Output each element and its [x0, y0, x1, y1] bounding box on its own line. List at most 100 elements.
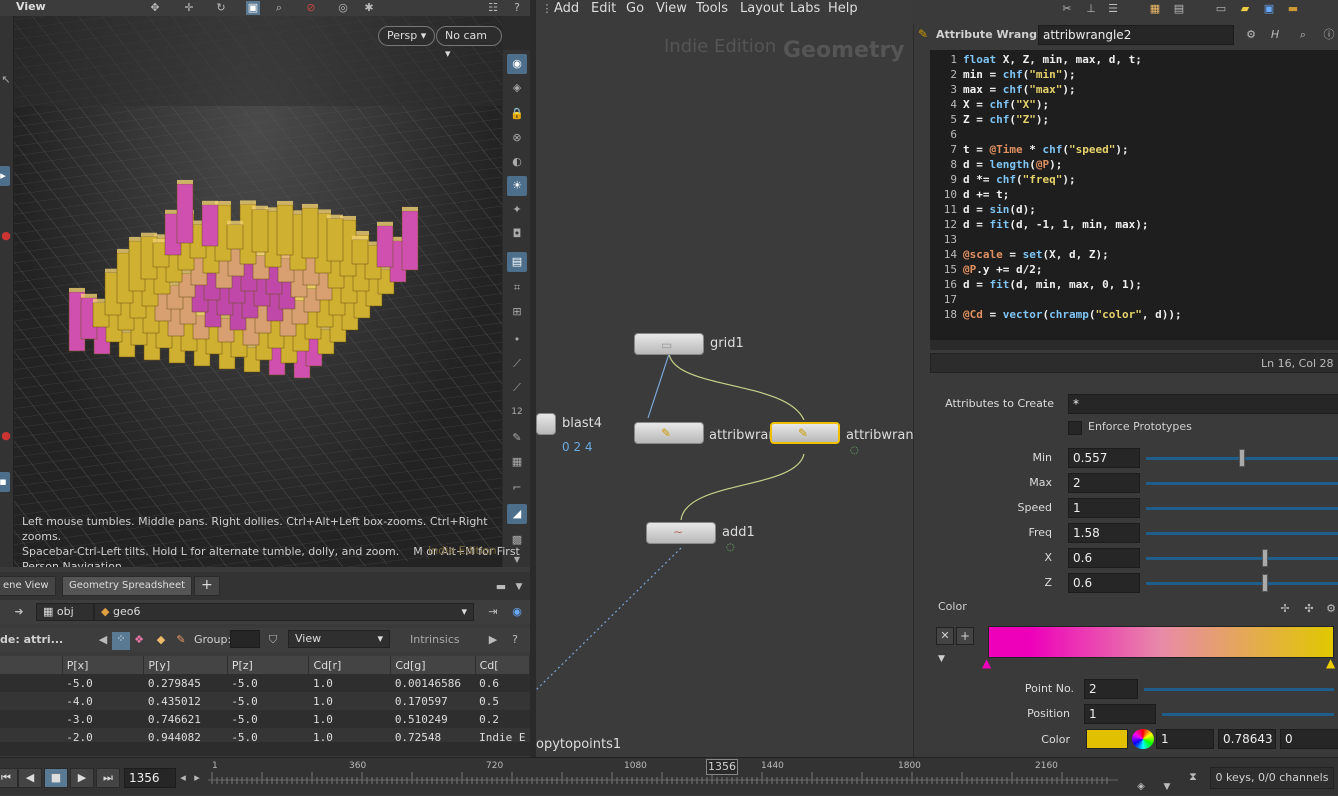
color-b-field[interactable]: 0 — [1280, 729, 1338, 749]
snapshot-icon[interactable]: ◎ — [336, 1, 350, 15]
list-icon[interactable]: ☰ — [1106, 2, 1120, 16]
add-tab-button[interactable]: + — [194, 576, 220, 596]
position-slider[interactable] — [1162, 713, 1334, 716]
node-attribwrangle1[interactable]: ✎ — [634, 422, 704, 444]
light-icon[interactable]: ✦ — [507, 200, 527, 220]
node-blast4[interactable] — [536, 413, 556, 435]
current-frame-marker[interactable]: 1356 — [706, 759, 738, 775]
color-swatch[interactable] — [1086, 729, 1128, 749]
point-numbers-icon[interactable]: 12 — [507, 402, 527, 422]
info-icon[interactable]: ⓘ — [1322, 28, 1336, 42]
column-header[interactable]: Cd[r] — [308, 656, 392, 674]
node-attribwrangle2[interactable]: ✎ — [770, 422, 840, 444]
color-grid-icon[interactable]: ▦ — [1148, 2, 1162, 16]
step-back-icon[interactable]: ◂ — [176, 771, 190, 785]
menu-layout[interactable]: Layout — [740, 1, 784, 16]
menu-labs[interactable]: Labs — [790, 1, 820, 16]
column-header[interactable] — [0, 656, 63, 674]
code-scrollbar[interactable] — [930, 340, 1338, 350]
normal-display-icon[interactable]: ⟋ — [507, 354, 527, 374]
ghost-icon[interactable]: ◈ — [507, 78, 527, 98]
slider-track[interactable] — [1146, 532, 1338, 535]
filter-icon[interactable]: ⛉ — [266, 633, 280, 647]
menu-help[interactable]: Help — [828, 1, 858, 16]
node-grid1[interactable]: ▭ — [634, 333, 704, 355]
node-add1[interactable]: ∼ — [646, 522, 716, 544]
corner-icon[interactable]: ⌐ — [507, 478, 527, 498]
settings-icon[interactable]: ✱ — [362, 1, 376, 15]
color-g-field[interactable]: 0.78643 — [1218, 729, 1276, 749]
menu-add[interactable]: Add — [554, 1, 579, 16]
playbar-menu-icon[interactable]: ▼ — [1160, 780, 1174, 794]
menu-handle-icon[interactable]: ⋮ — [540, 2, 554, 16]
column-header[interactable]: Cd[ — [475, 656, 531, 674]
ramp-insert-icon[interactable]: ✣ — [1302, 602, 1316, 616]
ramp-add-button[interactable]: + — [956, 627, 974, 645]
primitives-mode-icon[interactable]: ◆ — [154, 633, 168, 647]
detail-mode-icon[interactable]: ✎ — [174, 633, 188, 647]
active-mode-icon[interactable]: ▸ — [0, 166, 10, 186]
slider-value-field[interactable]: 0.557 — [1068, 448, 1140, 468]
lighting-icon[interactable]: ☀ — [507, 176, 527, 196]
transform-tool-icon[interactable]: ✛ — [182, 1, 196, 15]
menu-tools[interactable]: Tools — [696, 1, 728, 16]
column-header[interactable]: P[z] — [227, 656, 310, 674]
package-icon[interactable]: ▬ — [1286, 2, 1300, 16]
node-name-field[interactable]: attribwrangle2 — [1038, 25, 1234, 45]
jump-start-icon[interactable]: ⏮ — [0, 768, 18, 788]
link-icon[interactable]: ◉ — [510, 605, 524, 619]
image-icon[interactable]: ▣ — [1262, 2, 1276, 16]
pane-dropdown-icon[interactable]: ▼ — [512, 580, 526, 594]
play-reverse-icon[interactable]: ◀ — [18, 768, 42, 788]
points-mode-icon[interactable]: ⁘ — [112, 632, 130, 650]
network-editor[interactable]: Indie Edition Geometry ▭ grid1 blast4 0 … — [536, 0, 913, 757]
ramp-add-icon[interactable]: ✢ — [1278, 602, 1292, 616]
slider-value-field[interactable]: 0.6 — [1068, 573, 1140, 593]
intrinsics-arrow-icon[interactable]: ▶ — [486, 633, 500, 647]
color-r-field[interactable]: 1 — [1156, 729, 1214, 749]
rotate-tool-icon[interactable]: ↻ — [214, 1, 228, 15]
point-no-field[interactable]: 2 — [1084, 679, 1138, 699]
slider-track[interactable] — [1146, 557, 1338, 560]
breadcrumb-obj[interactable]: ▦ obj — [36, 603, 94, 621]
shading-icon[interactable]: ◐ — [507, 152, 527, 172]
column-header[interactable]: P[x] — [62, 656, 145, 674]
help-icon[interactable]: ? — [510, 1, 524, 15]
slider-handle[interactable] — [1238, 449, 1245, 467]
position-field[interactable]: 1 — [1084, 704, 1156, 724]
color-wheel-icon[interactable] — [1132, 729, 1154, 749]
vertices-mode-icon[interactable]: ❖ — [132, 633, 146, 647]
jump-end-icon[interactable]: ⏭ — [96, 768, 120, 788]
realtime-icon[interactable]: ⧗ — [1186, 770, 1200, 784]
menu-view[interactable]: View — [656, 1, 687, 16]
frame-field[interactable]: 1356 — [124, 768, 176, 788]
menu-go[interactable]: Go — [626, 1, 644, 16]
color-ramp[interactable] — [988, 626, 1334, 658]
timeline-ruler[interactable]: 1 360 720 1080 1440 1800 2160 — [208, 758, 1118, 796]
breadcrumb-geo[interactable]: ◆ geo6 ▾ — [94, 603, 474, 621]
tools-icon[interactable]: ✂ — [1060, 2, 1074, 16]
camera-view-dropdown[interactable]: Persp ▾ — [378, 26, 436, 46]
view-tool-icon[interactable]: ▣ — [246, 1, 260, 15]
play-icon[interactable]: ▶ — [70, 768, 94, 788]
intrinsics-label[interactable]: Intrinsics — [410, 633, 460, 646]
select-tool-icon[interactable]: ✥ — [148, 1, 162, 15]
slider-value-field[interactable]: 1.58 — [1068, 523, 1140, 543]
layout-icon[interactable]: ⊥ — [1084, 2, 1098, 16]
snap-icon[interactable]: ▪ — [0, 472, 10, 492]
display-options-icon[interactable]: ◉ — [507, 54, 527, 74]
smooth-icon[interactable]: ◢ — [507, 504, 527, 524]
attributes-to-create-field[interactable]: * — [1068, 394, 1338, 414]
gear-icon[interactable]: ⚙ — [1244, 28, 1258, 42]
table-icon[interactable]: ▤ — [1172, 2, 1186, 16]
camera-icon[interactable]: ◘ — [507, 224, 527, 244]
vector-display-icon[interactable]: ⟋ — [507, 378, 527, 398]
forward-arrow-icon[interactable]: ➜ — [12, 605, 26, 619]
menu-edit[interactable]: Edit — [591, 1, 616, 16]
slider-track[interactable] — [1146, 582, 1338, 585]
stop-icon[interactable]: ⊘ — [304, 1, 318, 15]
vex-code-editor[interactable]: 1 float X, Z, min, max, d, t; 2 min = chf("… — [930, 50, 1338, 340]
pane-divider[interactable] — [530, 0, 536, 757]
slider-value-field[interactable]: 1 — [1068, 498, 1140, 518]
viewport-canvas[interactable]: Persp ▾ No cam ▾ — [14, 16, 502, 567]
